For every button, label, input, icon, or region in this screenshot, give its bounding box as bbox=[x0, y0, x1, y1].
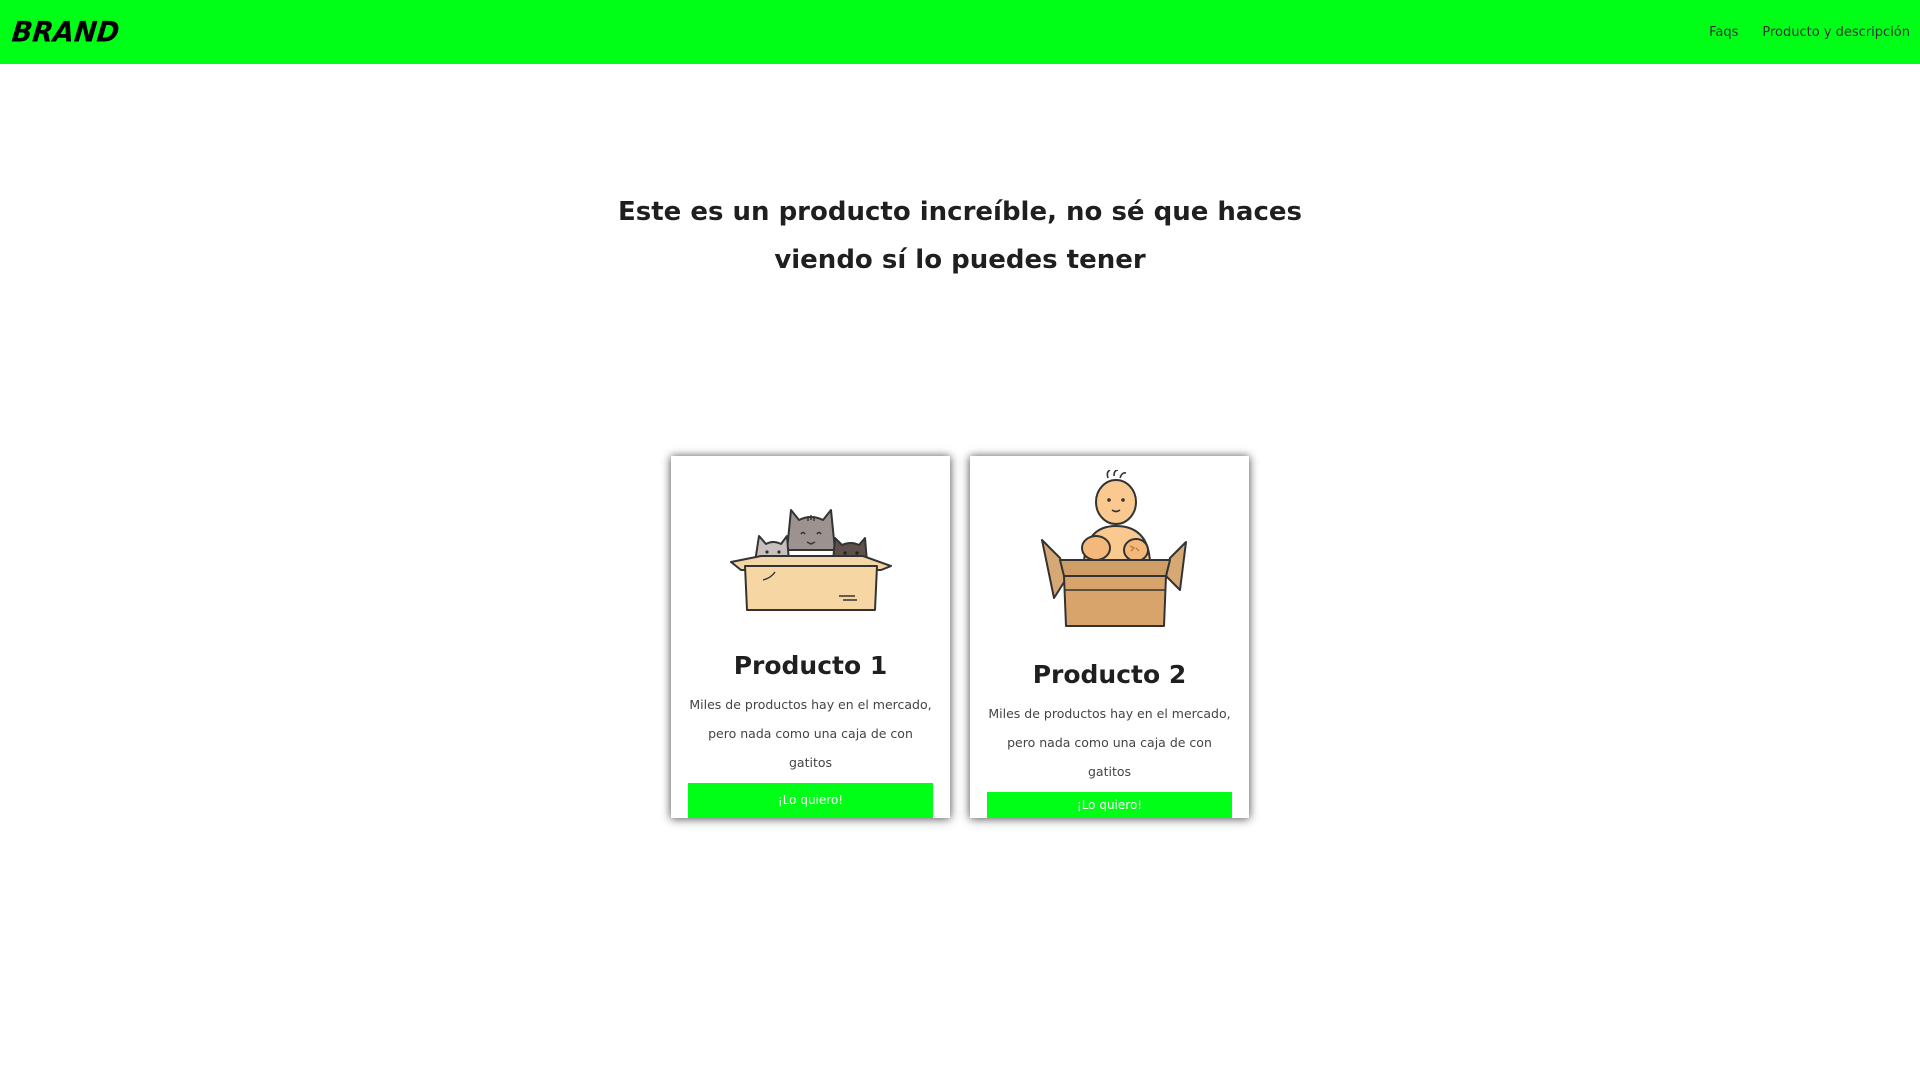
buy-button[interactable]: ¡Lo quiero! bbox=[987, 792, 1232, 818]
baby-in-box-illustration bbox=[1020, 470, 1200, 630]
brand-logo[interactable]: BRAND bbox=[10, 0, 121, 64]
buy-button[interactable]: ¡Lo quiero! bbox=[688, 782, 933, 818]
product-description-line1: Miles de productos hay en el mercado, bbox=[689, 696, 932, 712]
brand-text[interactable]: BRAND bbox=[10, 16, 121, 49]
product-cards: Producto 1 Miles de productos hay en el … bbox=[0, 456, 1920, 818]
product-title: Producto 1 bbox=[733, 650, 888, 680]
nav-links: Faqs Producto y descripción bbox=[1709, 25, 1910, 40]
product-description-line2: pero nada como una caja de con gatitos bbox=[708, 725, 913, 770]
product-description-line1: Miles de productos hay en el mercado, bbox=[988, 706, 1231, 721]
nav-link-producto[interactable]: Producto y descripción bbox=[1762, 25, 1910, 40]
product-card-2: Producto 2 Miles de productos hay en el … bbox=[970, 456, 1249, 818]
product-description: Miles de productos hay en el mercado, pe… bbox=[985, 699, 1235, 786]
nav-link-faqs[interactable]: Faqs bbox=[1709, 25, 1738, 40]
product-description: Miles de productos hay en el mercado, pe… bbox=[686, 690, 936, 777]
hero-title: Este es un producto increíble, no sé que… bbox=[610, 188, 1310, 284]
product-title: Producto 2 bbox=[1032, 660, 1187, 689]
navbar: BRAND Faqs Producto y descripción bbox=[0, 0, 1920, 64]
baby-in-box-icon bbox=[1040, 470, 1187, 627]
cats-in-box-illustration bbox=[721, 470, 901, 621]
cats-in-box-icon bbox=[729, 509, 892, 612]
hero-title-line2: viendo sí lo puedes tener bbox=[774, 245, 1146, 275]
hero: Este es un producto increíble, no sé que… bbox=[0, 188, 1920, 284]
product-description-line2: pero nada como una caja de con gatitos bbox=[1007, 735, 1212, 779]
hero-title-line1: Este es un producto increíble, no sé que… bbox=[617, 197, 1302, 227]
product-card-1: Producto 1 Miles de productos hay en el … bbox=[671, 456, 950, 818]
